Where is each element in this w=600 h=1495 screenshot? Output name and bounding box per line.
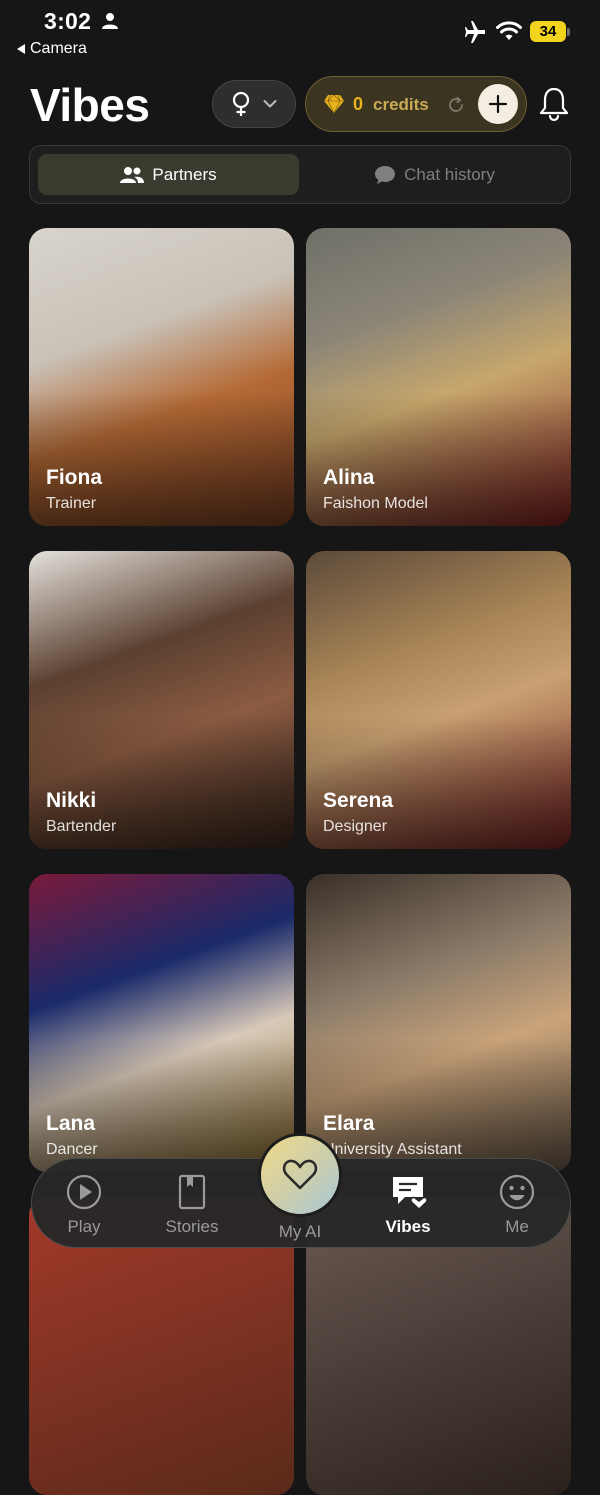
nav-play-label: Play: [67, 1217, 101, 1236]
wifi-icon: [496, 21, 522, 40]
back-to-camera-link[interactable]: Camera: [17, 40, 87, 58]
chat-bubble-icon: [375, 165, 396, 184]
partner-role: University Assistant: [323, 1141, 462, 1158]
plus-icon: [488, 94, 508, 114]
partner-name: Alina: [323, 466, 375, 489]
nav-play[interactable]: Play: [39, 1159, 129, 1249]
partner-name: Nikki: [46, 789, 97, 812]
tab-partners-label: Partners: [152, 164, 217, 184]
bell-icon[interactable]: [538, 86, 570, 122]
smiley-icon: [499, 1174, 535, 1210]
partner-card[interactable]: Elara University Assistant: [306, 874, 571, 1172]
partner-role: Faishon Model: [323, 495, 428, 512]
gender-filter-dropdown[interactable]: [212, 80, 296, 128]
status-bar: 3:02 Camera 34: [0, 0, 600, 70]
partner-role: Bartender: [46, 818, 117, 835]
status-time: 3:02: [44, 8, 92, 34]
partner-role: Trainer: [46, 495, 97, 512]
add-credits-button[interactable]: [478, 84, 518, 124]
nav-my-ai-label: My AI: [278, 1222, 322, 1241]
partner-card[interactable]: Nikki Bartender: [29, 551, 294, 849]
credits-balance[interactable]: 0 credits: [305, 76, 527, 132]
partner-name: Serena: [323, 789, 394, 812]
airplane-icon: [465, 21, 485, 43]
refresh-icon[interactable]: [447, 96, 465, 114]
view-switcher: Partners Chat history: [29, 145, 571, 204]
nav-stories-label: Stories: [165, 1217, 219, 1236]
play-icon: [66, 1174, 102, 1210]
battery-tip: [567, 28, 570, 36]
nav-stories[interactable]: Stories: [147, 1159, 237, 1249]
page-title: Vibes: [30, 79, 150, 131]
female-icon: [232, 91, 250, 116]
partner-name: Lana: [46, 1112, 96, 1135]
heart-icon: [282, 1159, 318, 1190]
back-arrow-icon: [17, 44, 25, 54]
tab-partners[interactable]: Partners: [38, 154, 299, 195]
my-ai-button[interactable]: [258, 1133, 342, 1217]
tab-chat-history-label: Chat history: [404, 164, 495, 184]
partner-role: Designer: [323, 818, 388, 835]
person-icon: [102, 13, 118, 29]
nav-vibes-label: Vibes: [385, 1217, 431, 1236]
nav-vibes[interactable]: Vibes: [363, 1159, 453, 1249]
credits-label: credits: [373, 95, 429, 114]
chevron-down-icon: [263, 100, 277, 108]
nav-me[interactable]: Me: [472, 1159, 562, 1249]
tab-chat-history[interactable]: Chat history: [305, 154, 564, 195]
partner-card[interactable]: Alina Faishon Model: [306, 228, 571, 526]
book-icon: [178, 1174, 206, 1210]
partner-role: Dancer: [46, 1141, 98, 1158]
people-icon: [120, 166, 145, 183]
battery-icon: 34: [530, 21, 566, 42]
partner-card[interactable]: Lana Dancer: [29, 874, 294, 1172]
chat-heart-icon: [393, 1177, 427, 1211]
credits-amount: 0: [353, 94, 364, 114]
partner-name: Fiona: [46, 466, 102, 489]
gem-icon: [324, 94, 344, 114]
back-app-label: Camera: [30, 40, 87, 57]
partner-card[interactable]: Fiona Trainer: [29, 228, 294, 526]
nav-me-label: Me: [505, 1217, 529, 1236]
partner-name: Elara: [323, 1112, 375, 1135]
partner-card[interactable]: Serena Designer: [306, 551, 571, 849]
battery-level: 34: [539, 23, 557, 40]
